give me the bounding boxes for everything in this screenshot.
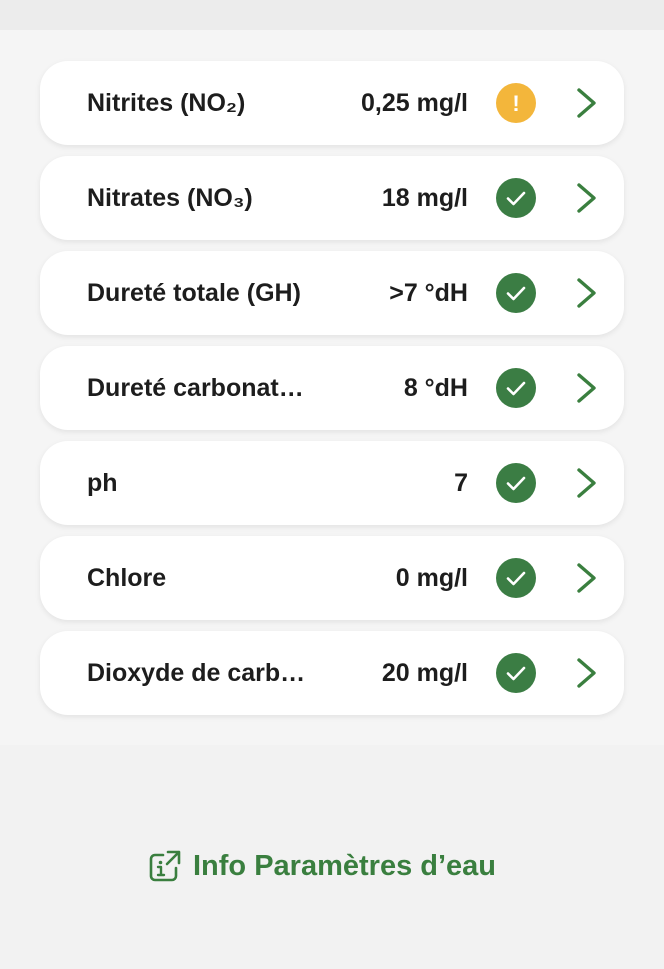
- parameter-name: Chlore: [87, 564, 167, 592]
- chevron-right-icon[interactable]: [570, 560, 604, 596]
- parameter-row-nitrates[interactable]: Nitrates (NO₃) 18 mg/l: [40, 156, 624, 240]
- chevron-right-icon[interactable]: [570, 370, 604, 406]
- parameter-name: Nitrates (NO₃): [87, 184, 253, 212]
- parameter-row-co2[interactable]: Dioxyde de carb… 20 mg/l: [40, 631, 624, 715]
- parameter-row-kh[interactable]: Dureté carbonat… 8 °dH: [40, 346, 624, 430]
- parameter-name: ph: [87, 469, 118, 497]
- parameter-row-nitrites[interactable]: Nitrites (NO₂) 0,25 mg/l !: [40, 61, 624, 145]
- parameter-name: Dureté carbonat…: [87, 374, 304, 402]
- check-icon: [496, 463, 536, 503]
- check-icon: [496, 558, 536, 598]
- check-icon: [496, 178, 536, 218]
- parameter-value: >7 °dH: [389, 279, 468, 307]
- chevron-right-icon[interactable]: [570, 275, 604, 311]
- parameter-value: 8 °dH: [403, 374, 468, 402]
- chevron-right-icon[interactable]: [570, 85, 604, 121]
- parameter-value: 0,25 mg/l: [361, 89, 468, 117]
- check-icon: [496, 273, 536, 313]
- parameter-name: Dioxyde de carb…: [87, 659, 306, 687]
- chevron-right-icon[interactable]: [570, 465, 604, 501]
- external-info-icon: [149, 850, 181, 882]
- chevron-right-icon[interactable]: [570, 655, 604, 691]
- check-icon: [496, 653, 536, 693]
- chevron-right-icon[interactable]: [570, 180, 604, 216]
- warning-icon: !: [496, 83, 536, 123]
- parameter-name: Nitrites (NO₂): [87, 89, 246, 117]
- top-strip: [0, 0, 664, 30]
- info-link-label: Info Paramètres d’eau: [193, 849, 496, 882]
- parameter-row-gh[interactable]: Dureté totale (GH) >7 °dH: [40, 251, 624, 335]
- svg-text:!: !: [512, 91, 519, 116]
- parameters-list: Nitrites (NO₂) 0,25 mg/l ! Nitrates (NO₃…: [40, 61, 624, 726]
- parameter-value: 18 mg/l: [381, 184, 468, 212]
- check-icon: [496, 368, 536, 408]
- parameter-value: 0 mg/l: [395, 564, 468, 592]
- parameter-name: Dureté totale (GH): [87, 279, 301, 307]
- parameter-value: 7: [454, 469, 468, 497]
- info-parameters-link[interactable]: Info Paramètres d’eau: [148, 846, 496, 886]
- parameter-row-chlore[interactable]: Chlore 0 mg/l: [40, 536, 624, 620]
- parameter-row-ph[interactable]: ph 7: [40, 441, 624, 525]
- parameter-value: 20 mg/l: [381, 659, 468, 687]
